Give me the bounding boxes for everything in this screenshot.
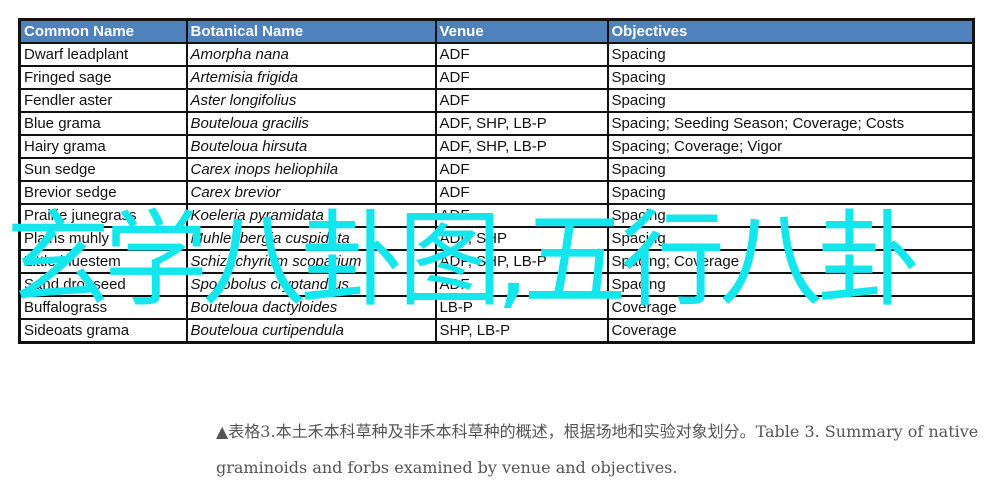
- cell-common-name: Plains muhly: [18, 226, 188, 251]
- cell-botanical-name: Carex inops heliophila: [185, 157, 437, 182]
- cell-objectives: Spacing: [606, 42, 975, 67]
- cell-venue: ADF: [434, 42, 609, 67]
- cell-objectives: Spacing; Coverage; Vigor: [606, 134, 975, 159]
- header-objectives: Objectives: [606, 18, 975, 44]
- cell-common-name: Sideoats grama: [18, 318, 188, 344]
- cell-venue: LB-P: [434, 295, 609, 320]
- cell-common-name: Fendler aster: [18, 88, 188, 113]
- cell-common-name: Sun sedge: [18, 157, 188, 182]
- table-row: Plains muhly Muhlenbergia cuspidata ADF, S…: [18, 226, 975, 251]
- cell-objectives: Spacing: [606, 226, 975, 251]
- table-row: Sideoats grama Bouteloua curtipendula SHP,…: [18, 318, 975, 344]
- cell-venue: ADF: [434, 272, 609, 297]
- cell-botanical-name: Aster longifolius: [185, 88, 437, 113]
- cell-objectives: Spacing: [606, 88, 975, 113]
- cell-common-name: Sand dropseed: [18, 272, 188, 297]
- species-table: Common Name Botanical Name Venue Objecti…: [18, 18, 975, 344]
- cell-venue: ADF, SHP: [434, 226, 609, 251]
- cell-common-name: Buffalograss: [18, 295, 188, 320]
- cell-venue: ADF, SHP, LB-P: [434, 134, 609, 159]
- cell-venue: ADF: [434, 180, 609, 205]
- cell-venue: ADF: [434, 65, 609, 90]
- header-venue: Venue: [434, 18, 609, 44]
- cell-common-name: Fringed sage: [18, 65, 188, 90]
- table-row: Prairie junegrass Koeleria pyramidata ADF S…: [18, 203, 975, 228]
- cell-venue: SHP, LB-P: [434, 318, 609, 344]
- header-common-name: Common Name: [18, 18, 188, 44]
- cell-objectives: Spacing: [606, 272, 975, 297]
- cell-botanical-name: Muhlenbergia cuspidata: [185, 226, 437, 251]
- table-row: Little bluestem Schizachyrium scoparium AD…: [18, 249, 975, 274]
- table-row: Dwarf leadplant Amorpha nana ADF Spacing: [18, 42, 975, 67]
- cell-botanical-name: Carex brevior: [185, 180, 437, 205]
- cell-common-name: Hairy grama: [18, 134, 188, 159]
- cell-botanical-name: Artemisia frigida: [185, 65, 437, 90]
- table-header-row: Common Name Botanical Name Venue Objecti…: [18, 18, 975, 44]
- cell-objectives: Coverage: [606, 318, 975, 344]
- table-caption: ▲表格3.本土禾本科草种及非禾本科草种的概述，根据场地和实验对象划分。Table…: [216, 422, 979, 477]
- table-row: Sun sedge Carex inops heliophila ADF Spacin…: [18, 157, 975, 182]
- table-row: Brevior sedge Carex brevior ADF Spacing: [18, 180, 975, 205]
- cell-venue: ADF, SHP, LB-P: [434, 111, 609, 136]
- cell-venue: ADF: [434, 157, 609, 182]
- cell-common-name: Dwarf leadplant: [18, 42, 188, 67]
- table-row: Fendler aster Aster longifolius ADF Spacing: [18, 88, 975, 113]
- cell-botanical-name: Schizachyrium scoparium: [185, 249, 437, 274]
- header-botanical-name: Botanical Name: [185, 18, 437, 44]
- cell-objectives: Spacing; Coverage: [606, 249, 975, 274]
- cell-venue: ADF: [434, 203, 609, 228]
- cell-objectives: Spacing: [606, 180, 975, 205]
- cell-botanical-name: Sporobolus cryptandrus: [185, 272, 437, 297]
- table-body: Dwarf leadplant Amorpha nana ADF Spacing Fri…: [18, 42, 975, 344]
- cell-common-name: Blue grama: [18, 111, 188, 136]
- cell-common-name: Little bluestem: [18, 249, 188, 274]
- cell-objectives: Spacing: [606, 203, 975, 228]
- cell-objectives: Coverage: [606, 295, 975, 320]
- cell-botanical-name: Koeleria pyramidata: [185, 203, 437, 228]
- cell-objectives: Spacing: [606, 65, 975, 90]
- cell-botanical-name: Bouteloua gracilis: [185, 111, 437, 136]
- cell-venue: ADF: [434, 88, 609, 113]
- cell-botanical-name: Bouteloua dactyloides: [185, 295, 437, 320]
- table-row: Sand dropseed Sporobolus cryptandrus ADF Sp…: [18, 272, 975, 297]
- table-row: Hairy grama Bouteloua hirsuta ADF, SHP, LB…: [18, 134, 975, 159]
- cell-common-name: Brevior sedge: [18, 180, 188, 205]
- cell-botanical-name: Bouteloua hirsuta: [185, 134, 437, 159]
- cell-botanical-name: Bouteloua curtipendula: [185, 318, 437, 344]
- table-row: Fringed sage Artemisia frigida ADF Spacing: [18, 65, 975, 90]
- cell-common-name: Prairie junegrass: [18, 203, 188, 228]
- cell-objectives: Spacing; Seeding Season; Coverage; Costs: [606, 111, 975, 136]
- cell-botanical-name: Amorpha nana: [185, 42, 437, 67]
- cell-venue: ADF, SHP, LB-P: [434, 249, 609, 274]
- table-row: Buffalograss Bouteloua dactyloides LB-P Cov…: [18, 295, 975, 320]
- cell-objectives: Spacing: [606, 157, 975, 182]
- table-row: Blue grama Bouteloua gracilis ADF, SHP, LB…: [18, 111, 975, 136]
